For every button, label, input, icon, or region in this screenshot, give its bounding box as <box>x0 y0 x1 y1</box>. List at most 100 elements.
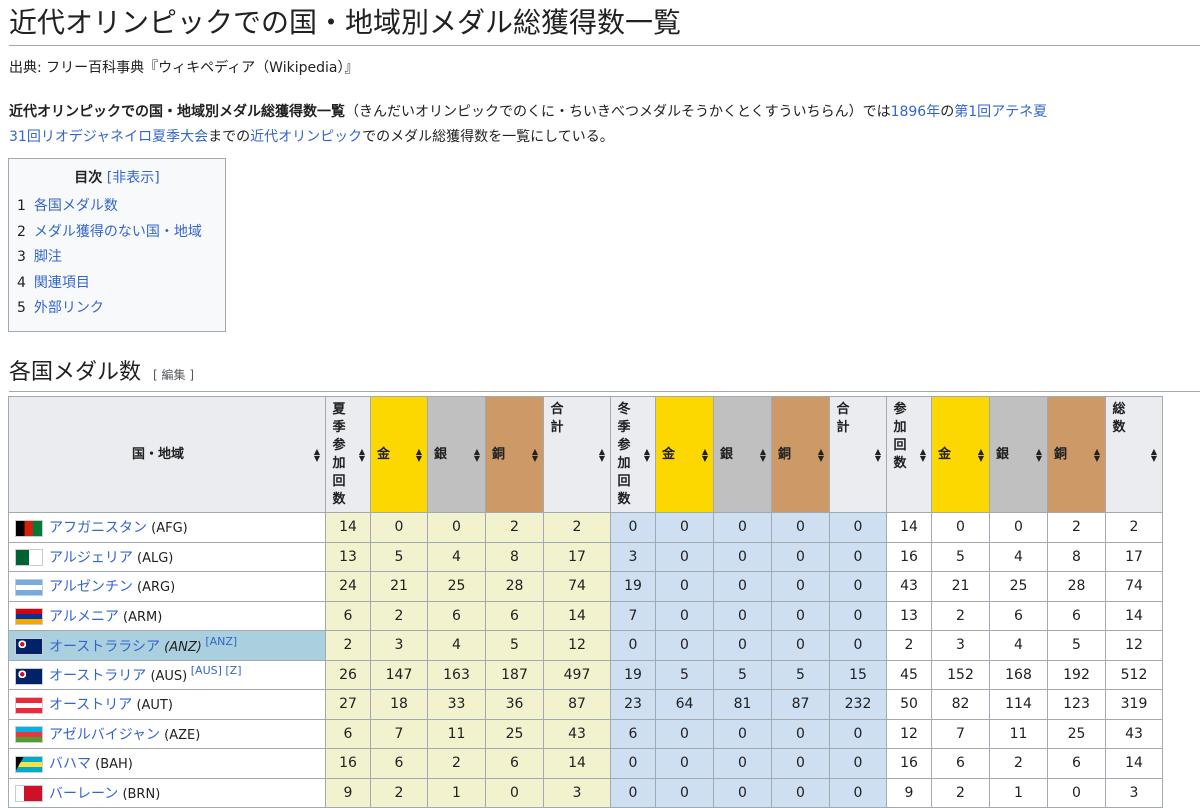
medal-value-cell: 43 <box>1105 718 1163 749</box>
sort-icon[interactable]: ▲ ▼ <box>314 447 320 462</box>
column-header[interactable]: 銅 ▲ ▼ <box>485 396 544 513</box>
toc-item-link[interactable]: 各国メダル数 <box>34 198 118 214</box>
medal-value-cell: 2 <box>370 600 428 631</box>
medal-value-cell: 8 <box>485 541 544 572</box>
intro-paragraph: 近代オリンピックでの国・地域別メダル総獲得数一覧（きんだいオリンピックでのくに・… <box>9 100 1047 150</box>
sort-icon[interactable]: ▲ ▼ <box>1036 447 1042 462</box>
medal-value-cell: 0 <box>655 571 714 602</box>
column-header[interactable]: 銅 ▲ ▼ <box>771 396 830 513</box>
bahrain-flag-icon[interactable] <box>15 785 43 803</box>
medal-value-cell: 0 <box>829 777 887 808</box>
column-header[interactable]: 金 ▲ ▼ <box>931 396 990 513</box>
toc-item[interactable]: 4 関連項目 <box>17 271 225 297</box>
toc-item[interactable]: 5 外部リンク <box>17 296 225 322</box>
medal-value-cell: 0 <box>655 777 714 808</box>
link-1896[interactable]: 1896年 <box>891 104 941 120</box>
medal-value-cell: 0 <box>829 630 887 661</box>
sort-icon[interactable]: ▲ ▼ <box>416 447 422 462</box>
column-header[interactable]: 合計 ▲ ▼ <box>829 396 887 513</box>
country-link[interactable]: オーストララシア <box>49 639 160 655</box>
medal-value-cell: 0 <box>771 541 830 572</box>
algeria-flag-icon[interactable] <box>15 549 43 567</box>
medal-value-cell: 14 <box>325 512 371 543</box>
country-link[interactable]: アルメニア <box>49 609 119 625</box>
column-header[interactable]: 銀 ▲ ▼ <box>989 396 1048 513</box>
link-modern-olympics[interactable]: 近代オリンピック <box>250 129 362 145</box>
table-row: バーレーン (BRN) 9 2 1 0 3 0 0 0 0 0 9 2 1 0 3 <box>8 777 1163 808</box>
toc-item[interactable]: 1 各国メダル数 <box>17 194 225 220</box>
column-header[interactable]: 金 ▲ ▼ <box>370 396 428 513</box>
medal-value-cell: 0 <box>655 748 714 779</box>
column-header[interactable]: 参加回数 ▲ ▼ <box>886 396 932 513</box>
toc-item[interactable]: 3 脚注 <box>17 245 225 271</box>
medal-value-cell: 12 <box>886 718 932 749</box>
sort-icon[interactable]: ▲ ▼ <box>599 447 605 462</box>
column-header[interactable]: 冬季参加回数 ▲ ▼ <box>610 396 656 513</box>
argentina-flag-icon[interactable] <box>15 578 43 596</box>
country-link[interactable]: アルジェリア <box>49 550 133 566</box>
country-link[interactable]: オーストリア <box>49 697 132 713</box>
column-header[interactable]: 銀 ▲ ▼ <box>713 396 772 513</box>
link-athens-1896[interactable]: 第1回アテネ夏 <box>954 104 1047 120</box>
medal-value-cell: 13 <box>325 541 371 572</box>
toc-item-link[interactable]: 関連項目 <box>34 275 90 291</box>
sort-icon[interactable]: ▲ ▼ <box>978 447 984 462</box>
sort-icon[interactable]: ▲ ▼ <box>702 447 708 462</box>
column-header[interactable]: 銅 ▲ ▼ <box>1047 396 1106 513</box>
link-rio-2016[interactable]: 31回リオデジャネイロ夏季大会 <box>9 129 208 145</box>
country-link[interactable]: バーレーン <box>49 786 118 802</box>
toc-item[interactable]: 2 メダル獲得のない国・地域 <box>17 220 225 246</box>
medal-value-cell: 5 <box>370 541 428 572</box>
sort-icon[interactable]: ▲ ▼ <box>532 447 538 462</box>
column-header[interactable]: 金 ▲ ▼ <box>655 396 714 513</box>
armenia-flag-icon[interactable] <box>15 608 43 626</box>
toc-item-link[interactable]: 脚注 <box>34 249 62 265</box>
column-header[interactable]: 合計 ▲ ▼ <box>543 396 611 513</box>
medal-value-cell: 2 <box>886 630 932 661</box>
sort-icon[interactable]: ▲ ▼ <box>818 447 824 462</box>
bahamas-flag-icon[interactable] <box>15 755 43 773</box>
sort-icon[interactable]: ▲ ▼ <box>644 447 650 462</box>
toc-item-link[interactable]: メダル獲得のない国・地域 <box>34 224 202 240</box>
country-link[interactable]: オーストラリア <box>49 668 146 684</box>
country-link[interactable]: バハマ <box>49 756 91 772</box>
column-header[interactable]: 総数 ▲ ▼ <box>1105 396 1163 513</box>
australia-flag-icon[interactable] <box>15 667 43 685</box>
sort-icon[interactable]: ▲ ▼ <box>920 447 926 462</box>
country-cell: アルゼンチン (ARG) <box>8 571 326 602</box>
column-header-label: 銀 <box>996 446 1010 462</box>
country-link[interactable]: アゼルバイジャン <box>49 727 160 743</box>
medal-value-cell: 11 <box>989 718 1048 749</box>
medal-value-cell: 81 <box>713 689 772 720</box>
sort-icon[interactable]: ▲ ▼ <box>1151 447 1157 462</box>
sort-icon[interactable]: ▲ ▼ <box>474 447 480 462</box>
country-link[interactable]: アフガニスタン <box>49 520 147 536</box>
toc-toggle-link[interactable]: [非表示] <box>107 170 160 186</box>
australasia-flag-icon[interactable] <box>15 638 43 656</box>
table-header-row: 国・地域 ▲ ▼ 夏季参加回数 ▲ ▼ 金 ▲ ▼ 銀 ▲ ▼ 銅 ▲ ▼ 合計 ▲ ▼ 冬季参加回数 ▲ ▼ 金 ▲ ▼ 銀 ▲… <box>8 396 1163 513</box>
column-header[interactable]: 国・地域 ▲ ▼ <box>8 396 326 513</box>
sort-icon[interactable]: ▲ ▼ <box>760 447 766 462</box>
medal-value-cell: 8 <box>1047 541 1106 572</box>
medal-value-cell: 5 <box>713 659 772 690</box>
medal-value-cell: 43 <box>543 718 611 749</box>
toc-header: 目次 [非表示] <box>9 168 225 188</box>
afghanistan-flag-icon[interactable] <box>15 519 43 537</box>
footnote-link[interactable]: [AUS] [Z] <box>187 664 242 677</box>
section-edit-link[interactable]: [ 編集 ] <box>153 368 194 382</box>
medal-value-cell: 6 <box>485 748 544 779</box>
sort-icon[interactable]: ▲ ▼ <box>359 447 365 462</box>
column-header[interactable]: 銀 ▲ ▼ <box>427 396 486 513</box>
medal-value-cell: 0 <box>829 512 887 543</box>
medal-value-cell: 64 <box>655 689 714 720</box>
azerbaijan-flag-icon[interactable] <box>15 726 43 744</box>
medal-value-cell: 6 <box>325 600 371 631</box>
sort-icon[interactable]: ▲ ▼ <box>1094 447 1100 462</box>
footnote-link[interactable]: [ANZ] <box>202 635 237 648</box>
sort-icon[interactable]: ▲ ▼ <box>875 447 881 462</box>
toc-item-link[interactable]: 外部リンク <box>34 300 104 316</box>
austria-flag-icon[interactable] <box>15 696 43 714</box>
column-header[interactable]: 夏季参加回数 ▲ ▼ <box>325 396 371 513</box>
country-link[interactable]: アルゼンチン <box>49 579 133 595</box>
medal-value-cell: 2 <box>427 748 486 779</box>
